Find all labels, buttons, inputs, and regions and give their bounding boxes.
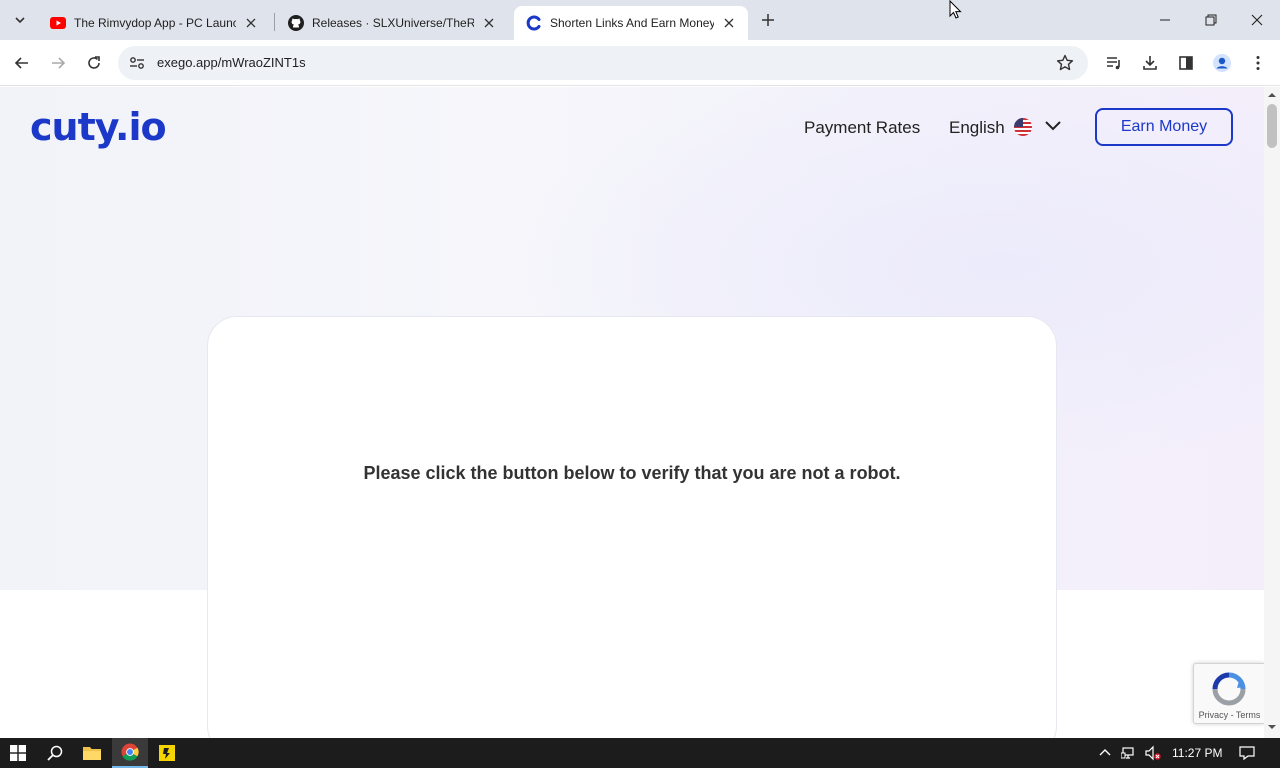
chrome-taskbar-button[interactable] <box>112 738 148 768</box>
profile-button[interactable] <box>1208 49 1236 77</box>
tray-chevron-up-icon[interactable] <box>1097 745 1113 761</box>
close-icon <box>1251 14 1263 26</box>
restore-button[interactable] <box>1188 0 1234 40</box>
forward-button[interactable] <box>44 49 72 77</box>
minimize-icon <box>1160 19 1170 21</box>
search-icon <box>47 745 63 761</box>
browser-toolbar: exego.app/mWraoZINT1s <box>0 40 1280 86</box>
tab-title: Releases · SLXUniverse/TheRimv <box>312 16 474 30</box>
taskbar-search-button[interactable] <box>37 738 73 768</box>
tab-separator <box>274 13 275 31</box>
download-icon <box>1143 56 1157 70</box>
file-explorer-button[interactable] <box>74 738 110 768</box>
windows-taskbar: 11:27 PM <box>0 738 1280 768</box>
tab-title: The Rimvydop App - PC Launch <box>74 16 236 30</box>
folder-icon <box>83 747 101 760</box>
tab-strip: The Rimvydop App - PC Launch Releases · … <box>0 0 1280 40</box>
scroll-thumb[interactable] <box>1267 104 1277 148</box>
arrow-left-icon <box>14 57 28 69</box>
kebab-menu-icon <box>1256 56 1260 70</box>
recaptcha-badge[interactable]: Privacy - Terms <box>1193 663 1264 724</box>
scroll-down-icon[interactable] <box>1268 723 1276 731</box>
tab-title: Shorten Links And Earn Money | <box>550 16 714 30</box>
volume-muted-icon[interactable] <box>1145 745 1161 761</box>
language-selector[interactable]: English <box>949 118 1005 138</box>
arrow-right-icon <box>52 57 66 69</box>
web-page: cuty.io Payment Rates English Earn Money… <box>0 87 1264 738</box>
windows-start-icon <box>10 745 26 761</box>
notifications-icon[interactable] <box>1239 745 1255 761</box>
minimize-button[interactable] <box>1142 0 1188 40</box>
page-scrollbar[interactable] <box>1264 87 1280 738</box>
earn-money-button[interactable]: Earn Money <box>1095 108 1233 146</box>
address-bar[interactable]: exego.app/mWraoZINT1s <box>118 46 1088 80</box>
mouse-cursor-icon <box>949 0 962 19</box>
back-button[interactable] <box>8 49 36 77</box>
network-icon[interactable] <box>1121 745 1137 761</box>
close-window-button[interactable] <box>1234 0 1280 40</box>
restore-icon <box>1205 14 1217 26</box>
taskbar-clock[interactable]: 11:27 PM <box>1172 746 1222 760</box>
start-button[interactable] <box>0 738 36 768</box>
playlist-icon <box>1107 57 1120 70</box>
verification-card: Please click the button below to verify … <box>207 316 1057 738</box>
site-settings-icon[interactable] <box>128 54 146 72</box>
app-icon <box>159 745 175 761</box>
tab-releases[interactable]: Releases · SLXUniverse/TheRimv <box>276 6 508 40</box>
url-text: exego.app/mWraoZINT1s <box>157 55 306 70</box>
close-tab-icon[interactable] <box>720 14 738 32</box>
app-taskbar-button[interactable] <box>149 738 185 768</box>
chevron-down-icon[interactable] <box>1044 119 1062 133</box>
payment-rates-link[interactable]: Payment Rates <box>804 118 920 138</box>
tab-search-button[interactable] <box>6 7 34 33</box>
youtube-icon <box>50 15 66 31</box>
reload-icon <box>88 56 100 69</box>
github-icon <box>288 15 304 31</box>
recaptcha-icon <box>1212 672 1246 706</box>
side-panel-button[interactable] <box>1172 49 1200 77</box>
chrome-icon <box>121 743 139 761</box>
verify-message: Please click the button below to verify … <box>363 463 901 483</box>
scroll-up-icon[interactable] <box>1268 91 1276 99</box>
new-tab-button[interactable] <box>756 8 780 32</box>
close-tab-icon[interactable] <box>480 14 498 32</box>
recaptcha-privacy-terms[interactable]: Privacy - Terms <box>1194 710 1264 720</box>
menu-button[interactable] <box>1244 49 1272 77</box>
media-control-button[interactable] <box>1100 49 1128 77</box>
us-flag-icon <box>1014 118 1032 136</box>
close-tab-icon[interactable] <box>242 14 260 32</box>
avatar-icon <box>1213 54 1231 72</box>
cuty-icon <box>526 15 542 31</box>
tab-rimvydop[interactable]: The Rimvydop App - PC Launch <box>38 6 270 40</box>
bookmark-star-icon[interactable] <box>1056 54 1074 72</box>
tab-cuty-active[interactable]: Shorten Links And Earn Money | <box>514 6 748 40</box>
site-logo[interactable]: cuty.io <box>30 105 167 149</box>
reload-button[interactable] <box>80 49 108 77</box>
chevron-down-icon <box>15 17 25 24</box>
downloads-button[interactable] <box>1136 49 1164 77</box>
side-panel-icon <box>1179 56 1193 70</box>
plus-icon <box>762 14 774 26</box>
